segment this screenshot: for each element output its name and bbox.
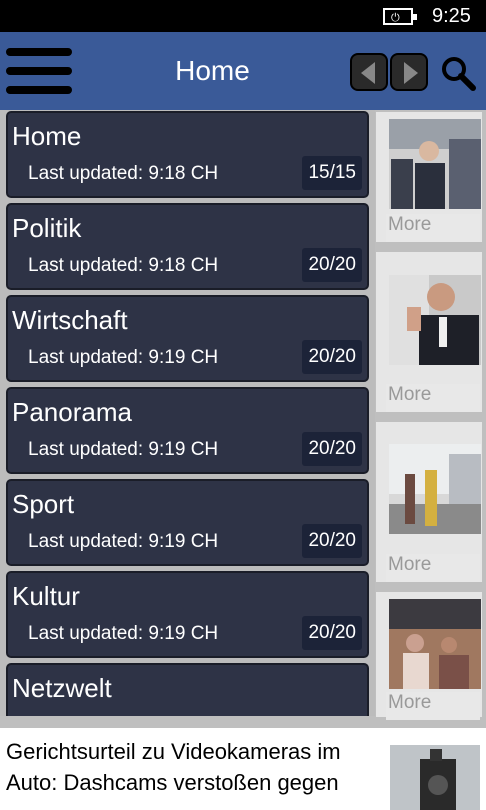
menu-item-updated: Last updated: 9:18 CH xyxy=(28,163,219,184)
menu-item-count: 20/20 xyxy=(302,248,362,282)
menu-item-title: Politik xyxy=(12,213,82,243)
menu-item-title: Kultur xyxy=(12,581,80,611)
menu-item-count: 20/20 xyxy=(302,340,362,374)
menu-item-title: Wirtschaft xyxy=(12,305,128,335)
status-time: 9:25 xyxy=(432,5,471,27)
menu-item-count: 20/20 xyxy=(302,524,362,558)
menu-item-panorama[interactable]: Panorama Last updated: 9:19 CH 20/20 xyxy=(6,387,369,474)
menu-item-updated: Last updated: 9:19 CH xyxy=(28,347,219,368)
menu-item-sport[interactable]: Sport Last updated: 9:19 CH 20/20 xyxy=(6,479,369,566)
menu-item-title: Home xyxy=(12,121,82,151)
hamburger-icon[interactable] xyxy=(6,46,72,96)
menu-item-updated: Last updated: 9:19 CH xyxy=(28,531,219,552)
article-thumbnail xyxy=(389,444,481,534)
more-button[interactable]: More xyxy=(386,692,480,720)
menu-item-count: 20/20 xyxy=(302,432,362,466)
navigation-menu: Home Last updated: 9:18 CH 15/15 Politik… xyxy=(0,110,375,716)
menu-item-updated: Last updated: 9:19 CH xyxy=(28,623,219,644)
menu-item-updated: Last updated: 9:18 CH xyxy=(28,255,219,276)
menu-item-wirtschaft[interactable]: Wirtschaft Last updated: 9:19 CH 20/20 xyxy=(6,295,369,382)
status-bar: ⏻ 9:25 xyxy=(0,0,486,32)
menu-item-kultur[interactable]: Kultur Last updated: 9:19 CH 20/20 xyxy=(6,571,369,658)
menu-item-home[interactable]: Home Last updated: 9:18 CH 15/15 xyxy=(6,111,369,198)
arrow-left-icon[interactable] xyxy=(350,53,388,91)
menu-item-politik[interactable]: Politik Last updated: 9:18 CH 20/20 xyxy=(6,203,369,290)
battery-charging-icon: ⏻ xyxy=(383,8,417,25)
menu-item-netzwelt[interactable]: Netzwelt xyxy=(6,663,369,716)
page-title: Home xyxy=(175,55,250,86)
article-title[interactable]: Gerichtsurteil zu Videokameras im Auto: … xyxy=(6,736,386,798)
menu-item-title: Sport xyxy=(12,489,75,519)
menu-item-title: Panorama xyxy=(12,397,132,427)
menu-item-title: Netzwelt xyxy=(12,673,112,703)
menu-item-count: 15/15 xyxy=(302,156,362,190)
article-thumbnail xyxy=(389,119,481,209)
search-icon[interactable] xyxy=(440,55,476,91)
more-button[interactable]: More xyxy=(386,384,480,412)
menu-item-updated: Last updated: 9:19 CH xyxy=(28,439,219,460)
arrow-right-icon[interactable] xyxy=(390,53,428,91)
article-thumbnail xyxy=(389,599,481,689)
more-button[interactable]: More xyxy=(386,214,480,242)
more-button[interactable]: More xyxy=(386,554,480,582)
article-thumbnail xyxy=(389,275,481,365)
menu-item-count: 20/20 xyxy=(302,616,362,650)
article-thumbnail xyxy=(390,745,480,810)
